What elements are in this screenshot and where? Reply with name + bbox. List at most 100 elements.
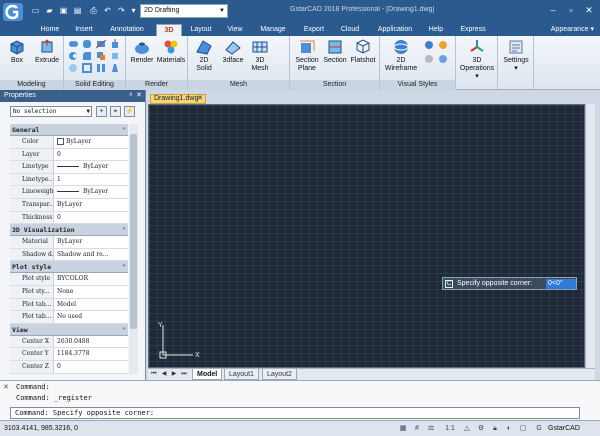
shaded-style-icon[interactable] [438, 54, 448, 64]
maximize-icon[interactable]: ▫ [564, 3, 578, 17]
tab-home[interactable]: Home [36, 24, 64, 36]
properties-scrollbar[interactable] [129, 124, 138, 374]
tab-layout2[interactable]: Layout2 [262, 369, 297, 380]
prev-layout-icon[interactable]: ◀ [160, 370, 168, 379]
tab-layout[interactable]: Layout [186, 24, 216, 36]
property-value[interactable]: 1184.3778 [54, 348, 128, 360]
conceptual-style-icon[interactable] [438, 40, 448, 50]
property-row[interactable]: Plot tab... No used [10, 311, 128, 324]
command-input[interactable]: Command: Specify opposite corner: [10, 407, 580, 419]
toggle-pickadd-icon[interactable]: + [96, 106, 107, 117]
property-value[interactable]: 0 [54, 360, 128, 373]
close-icon[interactable]: ✕ [3, 383, 9, 391]
3d-operations-button[interactable]: 3D Operations ▾ [458, 38, 496, 81]
minimize-icon[interactable]: – [546, 3, 560, 17]
new-file-icon[interactable]: ▭ [30, 6, 41, 16]
materials-button[interactable]: Materials [156, 38, 186, 65]
property-row[interactable]: Lineweight ByLayer [10, 186, 128, 199]
grid-icon[interactable]: # [412, 424, 422, 434]
select-objects-icon[interactable]: ⌖ [110, 106, 121, 117]
workspace-switch-icon[interactable]: ⚙ [476, 424, 486, 434]
property-section-header[interactable]: Plot style ⌃ [10, 261, 128, 274]
realistic-style-icon[interactable] [424, 40, 434, 50]
chamfer-edge-icon[interactable] [82, 51, 92, 61]
clean-screen-icon[interactable]: ▢ [518, 424, 528, 434]
collapse-icon[interactable]: ⌃ [122, 261, 126, 273]
property-row[interactable]: Linetype... 1 [10, 173, 128, 187]
tab-manage[interactable]: Manage [254, 24, 292, 36]
property-row[interactable]: Center Y 1184.3778 [10, 348, 128, 361]
property-row[interactable]: Thickness 0 [10, 211, 128, 225]
property-value[interactable]: Model [54, 298, 128, 311]
2d-solid-button[interactable]: 2D Solid [192, 38, 216, 73]
property-value[interactable]: 0 [54, 211, 128, 224]
extrude-button[interactable]: Extrude [34, 38, 60, 65]
property-row[interactable]: Shadow d...Shadow and re... [10, 248, 128, 262]
collapse-icon[interactable]: ⌃ [122, 124, 126, 136]
tab-export[interactable]: Export [298, 24, 330, 36]
property-value[interactable]: 2630.0488 [54, 335, 128, 348]
box-button[interactable]: Box [6, 38, 28, 65]
model-space-icon[interactable]: ▦ [398, 424, 408, 434]
flatshot-button[interactable]: Flatshot [348, 38, 378, 65]
save-icon[interactable]: ▣ [58, 6, 69, 16]
dynamic-input-field[interactable]: 0<0° [546, 279, 576, 289]
2d-wireframe-button[interactable]: 2D Wireframe [382, 38, 420, 73]
property-value[interactable]: ByLayer [54, 136, 128, 148]
document-tab[interactable]: Drawing1.dwg ✕ [150, 94, 206, 104]
tab-application[interactable]: Application [372, 24, 418, 36]
redo-icon[interactable]: ↷ [116, 6, 127, 16]
last-layout-icon[interactable]: ⏭ [180, 370, 188, 379]
property-row[interactable]: Transpar... ByLayer [10, 198, 128, 212]
property-section-header[interactable]: View ⌃ [10, 323, 128, 336]
annotation-scale-icon[interactable]: ⚖ [426, 424, 436, 434]
tab-help[interactable]: Help [424, 24, 448, 36]
drawing-canvas[interactable]: Y X C Specify opposite corner: 0<0° [148, 104, 585, 368]
tab-express[interactable]: Express [456, 24, 490, 36]
shell-icon[interactable] [82, 63, 92, 73]
settings-button[interactable]: Settings ▾ [500, 38, 532, 73]
property-value[interactable]: ByLayer [54, 236, 128, 248]
next-layout-icon[interactable]: ▶ [170, 370, 178, 379]
isolate-objects-icon[interactable]: ◐ [504, 424, 514, 434]
tab-annotation[interactable]: Annotation [104, 24, 150, 36]
union-icon[interactable] [68, 39, 78, 49]
property-value[interactable]: 1 [54, 173, 128, 186]
property-value[interactable]: BYCOLOR [54, 273, 128, 285]
render-button[interactable]: Render [128, 38, 156, 65]
close-icon[interactable]: ✕ [582, 3, 596, 17]
collapse-icon[interactable]: ⌃ [122, 324, 126, 336]
appearance-menu[interactable]: Appearance ▾ [551, 24, 594, 36]
open-folder-icon[interactable]: ▰ [44, 6, 55, 16]
property-row[interactable]: Center X 2630.0488 [10, 335, 128, 349]
property-row[interactable]: Linetype ByLayer [10, 161, 128, 174]
3d-mesh-button[interactable]: 3D Mesh [248, 38, 272, 73]
tab-cloud[interactable]: Cloud [336, 24, 364, 36]
property-row[interactable]: Plot tab... Model [10, 298, 128, 312]
annotation-visibility-icon[interactable]: △ [462, 424, 472, 434]
property-value[interactable]: ByLayer [54, 186, 128, 198]
fillet-edge-icon[interactable] [82, 39, 92, 49]
tab-view[interactable]: View [222, 24, 248, 36]
taper-faces-icon[interactable] [110, 63, 120, 73]
tab-3d[interactable]: 3D [156, 24, 182, 36]
property-value[interactable]: ByLayer [54, 198, 128, 211]
workspace-dropdown[interactable]: 2D Drafting ▼ [140, 4, 228, 18]
close-icon[interactable]: ✕ [197, 95, 203, 103]
3dface-button[interactable]: 3dface [220, 38, 246, 65]
extrude-faces-icon[interactable] [110, 39, 120, 49]
property-row[interactable]: Plot sty... None [10, 285, 128, 299]
property-value[interactable]: Shadow and re... [54, 248, 128, 261]
subtract-icon[interactable] [68, 51, 78, 61]
property-value[interactable]: None [54, 285, 128, 298]
section-button[interactable]: Section [322, 38, 348, 65]
scroll-thumb[interactable] [130, 134, 137, 329]
save-as-icon[interactable]: ▤ [72, 6, 83, 16]
selection-dropdown[interactable]: No selection ▼ [10, 106, 92, 117]
interfere-icon[interactable] [96, 51, 106, 61]
property-row[interactable]: Color ByLayer [10, 136, 128, 149]
separate-icon[interactable] [96, 63, 106, 73]
collapse-icon[interactable]: ⌃ [122, 224, 126, 236]
property-value[interactable]: No used [54, 311, 128, 323]
property-row[interactable]: Plot style BYCOLOR [10, 273, 128, 286]
